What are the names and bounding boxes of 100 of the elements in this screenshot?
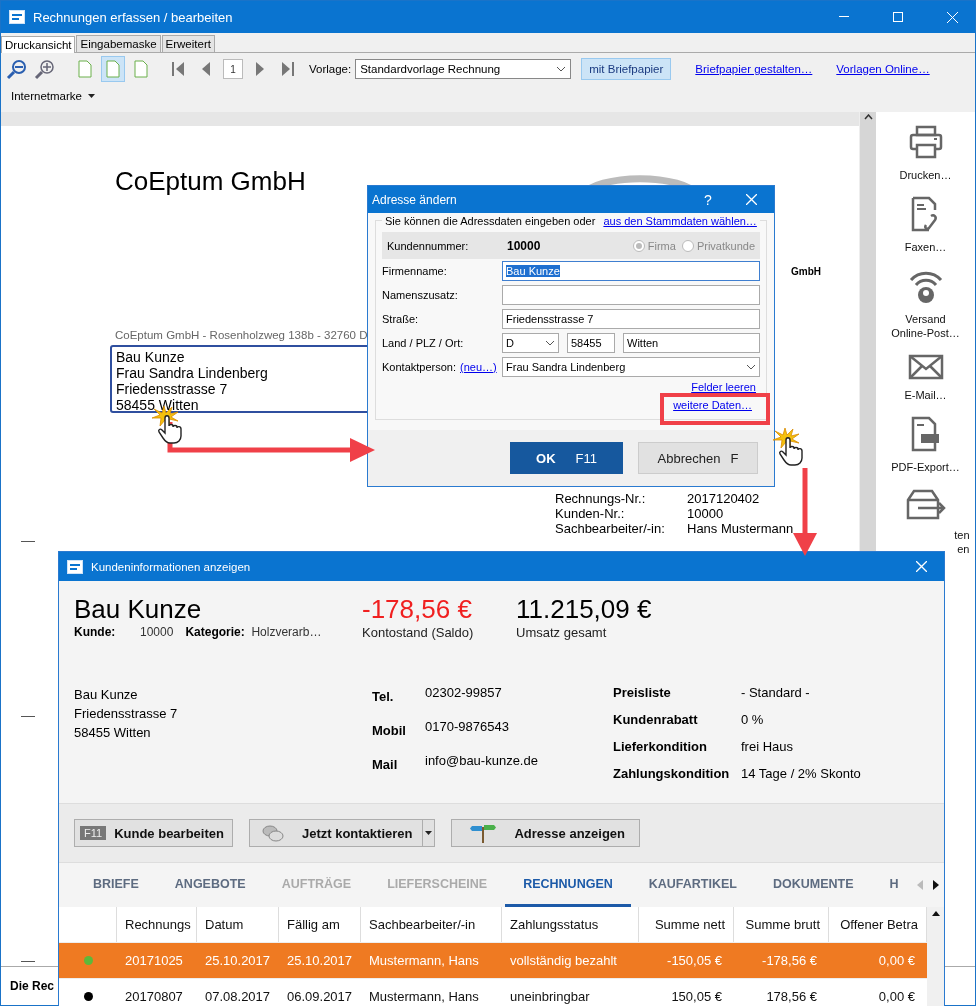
meta-value: 10000 <box>140 625 174 639</box>
table-cell-text: 25.10.2017 <box>204 952 272 970</box>
company-name: CoEptum GmbH <box>115 166 306 197</box>
toolbar-link[interactable]: Vorlagen Online… <box>836 63 930 75</box>
sidebar-action-label[interactable]: Versand Online-Post… <box>891 312 960 340</box>
sidebar-action-label[interactable]: ten en <box>954 528 970 556</box>
caret-down-icon[interactable] <box>425 831 433 835</box>
scroll-up-icon[interactable] <box>863 114 873 120</box>
box-arrow-icon[interactable] <box>905 488 946 520</box>
contact-value: info@bau-kunze.de <box>425 753 539 770</box>
input-field[interactable]: Friedensstrasse 7 <box>502 309 760 329</box>
column-header[interactable]: Summe nett <box>639 907 734 942</box>
sidebar-action-label[interactable]: PDF-Export… <box>891 460 960 474</box>
logo-subtitle: GmbH <box>791 266 821 277</box>
contact-value: 02302-99857 <box>425 685 503 702</box>
table-cell-text: -150,05 € <box>666 952 723 970</box>
tab[interactable]: KAUFARTIKEL <box>630 863 755 907</box>
table-cell-text: 06.09.2017 <box>286 988 354 1006</box>
chevron-down-icon[interactable] <box>545 340 555 346</box>
show-address-button[interactable]: Adresse anzeigen <box>451 819 641 847</box>
dropdown-caret-button[interactable] <box>423 819 436 847</box>
column-header[interactable]: Zahlungsstatus <box>502 907 639 942</box>
column-header[interactable]: Rechnungs <box>117 907 197 942</box>
column-header[interactable]: Summe brutt <box>734 907 829 942</box>
edit-customer-button[interactable]: F11 Kunde bearbeiten <box>74 819 233 847</box>
zip-field[interactable]: 58455 <box>567 333 615 353</box>
toolbar-link[interactable]: Briefpapier gestalten… <box>695 63 813 75</box>
close-icon[interactable] <box>745 194 757 205</box>
clear-fields-link[interactable]: Felder leeren <box>691 381 756 393</box>
scroll-up-icon[interactable] <box>931 911 940 916</box>
info-label: Rechnungs-Nr.: <box>555 491 647 506</box>
term-label: Preisliste <box>613 685 672 700</box>
tab[interactable]: H <box>871 863 917 907</box>
term-value: 0 % <box>741 712 765 727</box>
column-header[interactable]: Datum <box>197 907 279 942</box>
tab[interactable]: ANGEBOTE <box>156 863 264 907</box>
minimize-icon[interactable] <box>839 16 849 18</box>
tab[interactable]: DOKUMENTE <box>754 863 872 907</box>
maximize-icon[interactable] <box>893 12 903 22</box>
contact-label: Tel. <box>372 689 395 704</box>
info-label: Kunden-Nr.: <box>555 506 626 521</box>
contact-button[interactable]: Jetzt kontaktieren <box>248 819 424 847</box>
column-header[interactable]: Sachbearbeiter/-in <box>361 907 502 942</box>
address-line: 58455 Witten <box>74 724 152 742</box>
tab[interactable]: BRIEFE <box>75 863 157 907</box>
input-field[interactable]: Bau Kunze <box>502 261 760 281</box>
amount-caption: Umsatz gesamt <box>516 625 608 640</box>
chevron-down-icon[interactable] <box>556 66 567 72</box>
country-dropdown[interactable]: D <box>502 333 559 353</box>
first-page-icon[interactable] <box>171 61 185 77</box>
dialog-title: Adresse ändern <box>372 192 458 207</box>
page-number-field[interactable]: 1 <box>223 59 243 79</box>
term-label: Kundenrabatt <box>613 712 699 727</box>
amount-figure: -178,56 € <box>362 593 473 625</box>
sidebar-action-label[interactable]: Drucken… <box>899 168 952 182</box>
scrollbar[interactable] <box>927 907 944 1006</box>
table-cell-text: 07.08.2017 <box>204 988 272 1006</box>
more-data-link[interactable]: weitere Daten… <box>673 399 752 411</box>
term-value: - Standard - <box>741 685 811 700</box>
internetmarke-menu[interactable]: Internetmarke <box>11 90 95 102</box>
field-label: Firmenname: <box>382 265 448 277</box>
new-contact-link[interactable]: (neu…) <box>460 361 497 373</box>
close-icon[interactable] <box>946 11 958 23</box>
input-field[interactable] <box>502 285 760 305</box>
term-value: 14 Tage / 2% Skonto <box>741 766 861 781</box>
last-page-icon[interactable] <box>281 61 295 77</box>
table-cell-text: 0,00 € <box>877 988 916 1006</box>
template-label: Vorlage: <box>309 63 352 75</box>
term-label: Zahlungskondition <box>613 766 731 781</box>
status-text: Die Rec <box>10 979 55 993</box>
caret-down-icon[interactable] <box>87 94 95 98</box>
printer-icon[interactable] <box>907 124 944 160</box>
sidebar-action-label[interactable]: E-Mail… <box>904 388 947 402</box>
info-label: Sachbearbeiter/-in: <box>555 521 666 536</box>
envelope-icon[interactable] <box>907 354 944 380</box>
city-field[interactable]: Witten <box>623 333 760 353</box>
close-icon[interactable] <box>915 561 927 572</box>
tab[interactable]: Druckansicht <box>1 36 76 53</box>
tab[interactable]: Eingabemaske <box>76 35 161 52</box>
letterhead-toggle[interactable]: mit Briefpapier <box>581 58 672 80</box>
table-cell-text: 25.10.2017 <box>286 952 354 970</box>
address-line: Bau Kunze <box>74 686 139 704</box>
master-data-link[interactable]: aus den Stammdaten wählen… <box>603 215 757 227</box>
tab-scroll-right-icon[interactable] <box>932 880 939 890</box>
sidebar-action-label[interactable]: Faxen… <box>904 240 947 254</box>
contact-dropdown[interactable]: Frau Sandra Lindenberg <box>502 357 760 377</box>
cancel-button[interactable]: Abbrechen F <box>638 442 758 474</box>
table-cell-text: Mustermann, Hans <box>368 988 480 1006</box>
template-dropdown[interactable]: Standardvorlage Rechnung <box>355 59 572 79</box>
help-button[interactable]: ? <box>688 191 728 208</box>
meta-label: Kunde: <box>74 625 117 639</box>
info-value: 10000 <box>687 506 725 521</box>
column-header[interactable]: Fällig am <box>279 907 361 942</box>
pdf-file-icon[interactable] <box>910 416 941 452</box>
table-cell-text: vollständig bezahlt <box>509 952 618 970</box>
chevron-down-icon[interactable] <box>746 364 756 370</box>
table-cell-text: -178,56 € <box>761 952 818 970</box>
contact-label: Mobil <box>372 723 407 738</box>
ok-button[interactable]: OK F11 <box>510 442 623 474</box>
tab[interactable]: Erweitert <box>161 35 215 52</box>
